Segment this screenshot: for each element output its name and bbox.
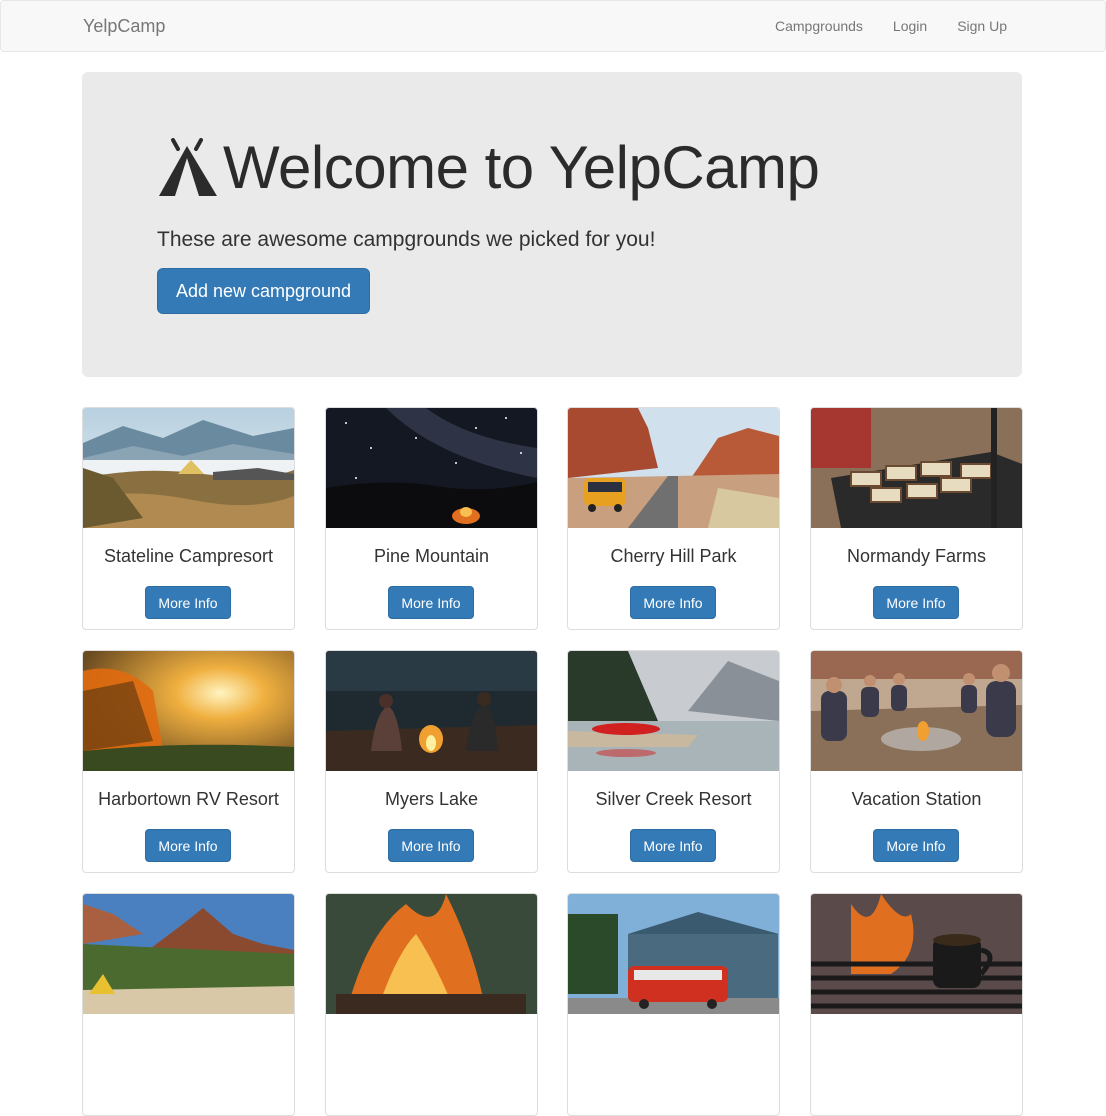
jumbotron: Welcome to YelpCamp These are awesome ca…: [82, 72, 1022, 377]
nav-link-login[interactable]: Login: [893, 18, 927, 34]
campground-card: [82, 893, 295, 1116]
campground-name: Silver Creek Resort: [595, 789, 752, 809]
navbar: YelpCamp Campgrounds Login Sign Up: [0, 0, 1106, 52]
campground-name: Harbortown RV Resort: [98, 789, 279, 809]
page-title-text: Welcome to YelpCamp: [223, 134, 820, 201]
more-info-button[interactable]: More Info: [630, 829, 716, 862]
more-info-button[interactable]: More Info: [145, 829, 231, 862]
canyon-tent-image: [83, 894, 294, 1014]
campground-card: Silver Creek Resort More Info: [567, 650, 780, 873]
campground-name: Myers Lake: [384, 789, 479, 809]
page-title: Welcome to YelpCamp: [157, 134, 820, 201]
campground-card: [810, 893, 1023, 1116]
coffee-grill-image: [811, 894, 1022, 1014]
campground-card: Stateline Campresort More Info: [82, 407, 295, 630]
nav-links: Campgrounds Login Sign Up: [775, 18, 1007, 34]
campground-card: Normandy Farms More Info: [810, 407, 1023, 630]
sunset-tent-image: [83, 651, 294, 771]
campground-card: Vacation Station More Info: [810, 650, 1023, 873]
nav-link-campgrounds[interactable]: Campgrounds: [775, 18, 863, 34]
campground-card: Cherry Hill Park More Info: [567, 407, 780, 630]
group-campfire-image: [811, 651, 1022, 771]
campground-name: Stateline Campresort: [103, 546, 274, 566]
brand-link[interactable]: YelpCamp: [83, 16, 165, 37]
campground-name: Pine Mountain: [373, 546, 490, 566]
grill-sandwiches-image: [811, 408, 1022, 528]
nav-link-signup[interactable]: Sign Up: [957, 18, 1007, 34]
campground-card: Pine Mountain More Info: [325, 407, 538, 630]
more-info-button[interactable]: More Info: [873, 829, 959, 862]
campfire-couple-image: [326, 651, 537, 771]
campground-card: Harbortown RV Resort More Info: [82, 650, 295, 873]
more-info-button[interactable]: More Info: [145, 586, 231, 619]
more-info-button[interactable]: More Info: [630, 586, 716, 619]
campground-card: [567, 893, 780, 1116]
milky-way-night-image: [326, 408, 537, 528]
mountain-tent-image: [83, 408, 294, 528]
campground-card: Myers Lake More Info: [325, 650, 538, 873]
tent-icon: [157, 138, 221, 198]
red-van-house-image: [568, 894, 779, 1014]
desert-van-road-image: [568, 408, 779, 528]
campground-card: [325, 893, 538, 1116]
add-campground-button[interactable]: Add new campground: [157, 268, 370, 314]
more-info-button[interactable]: More Info: [388, 829, 474, 862]
campground-name: Vacation Station: [851, 789, 982, 809]
campground-name: Cherry Hill Park: [610, 546, 737, 566]
more-info-button[interactable]: More Info: [873, 586, 959, 619]
lake-kayak-image: [568, 651, 779, 771]
more-info-button[interactable]: More Info: [388, 586, 474, 619]
fire-closeup-image: [326, 894, 537, 1014]
page-subtitle: These are awesome campgrounds we picked …: [157, 228, 656, 251]
campground-name: Normandy Farms: [846, 546, 987, 566]
